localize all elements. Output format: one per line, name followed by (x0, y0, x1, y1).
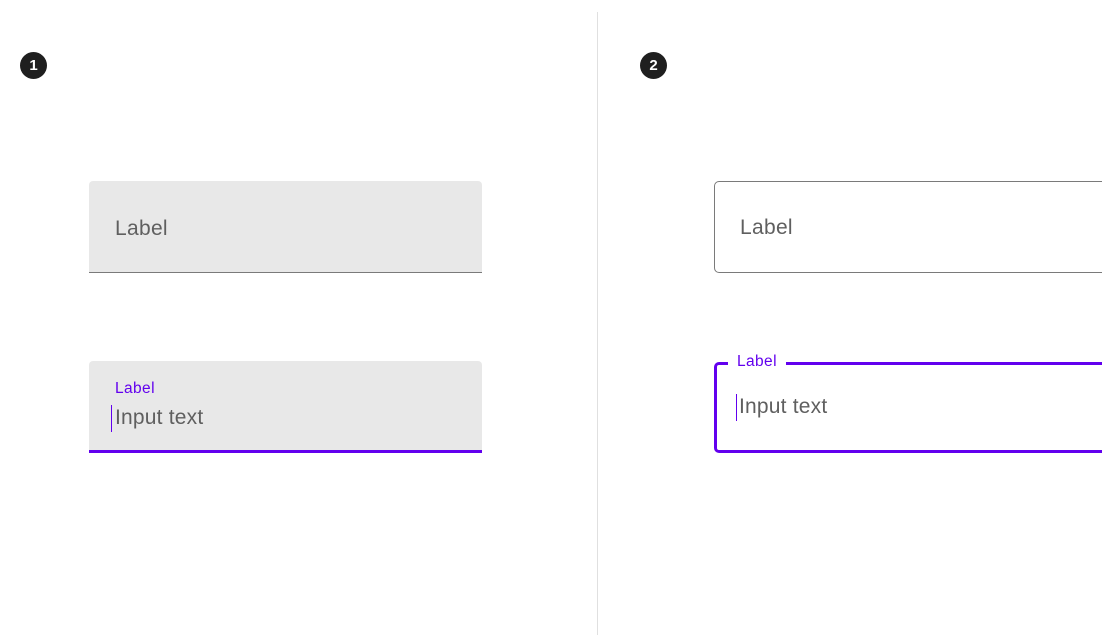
outlined-text-field-inactive[interactable]: Label (714, 181, 1102, 273)
filled-text-field-inactive[interactable]: Label (89, 181, 482, 273)
outlined-field-label: Label (740, 216, 793, 239)
text-cursor (736, 394, 737, 421)
step-marker-1: 1 (20, 52, 47, 79)
filled-field-input-text[interactable]: Input text (115, 406, 203, 430)
filled-text-field-focused[interactable]: Label Input text (89, 361, 482, 453)
outlined-text-field-focused[interactable]: Label Input text (714, 353, 1102, 453)
filled-field-floating-label: Label (115, 380, 155, 397)
outlined-field-floating-label: Label (728, 353, 786, 371)
text-cursor (111, 405, 112, 432)
outlined-field-input-text[interactable]: Input text (739, 395, 827, 419)
step-marker-2: 2 (640, 52, 667, 79)
section-divider (597, 12, 598, 635)
filled-field-label: Label (115, 217, 168, 240)
